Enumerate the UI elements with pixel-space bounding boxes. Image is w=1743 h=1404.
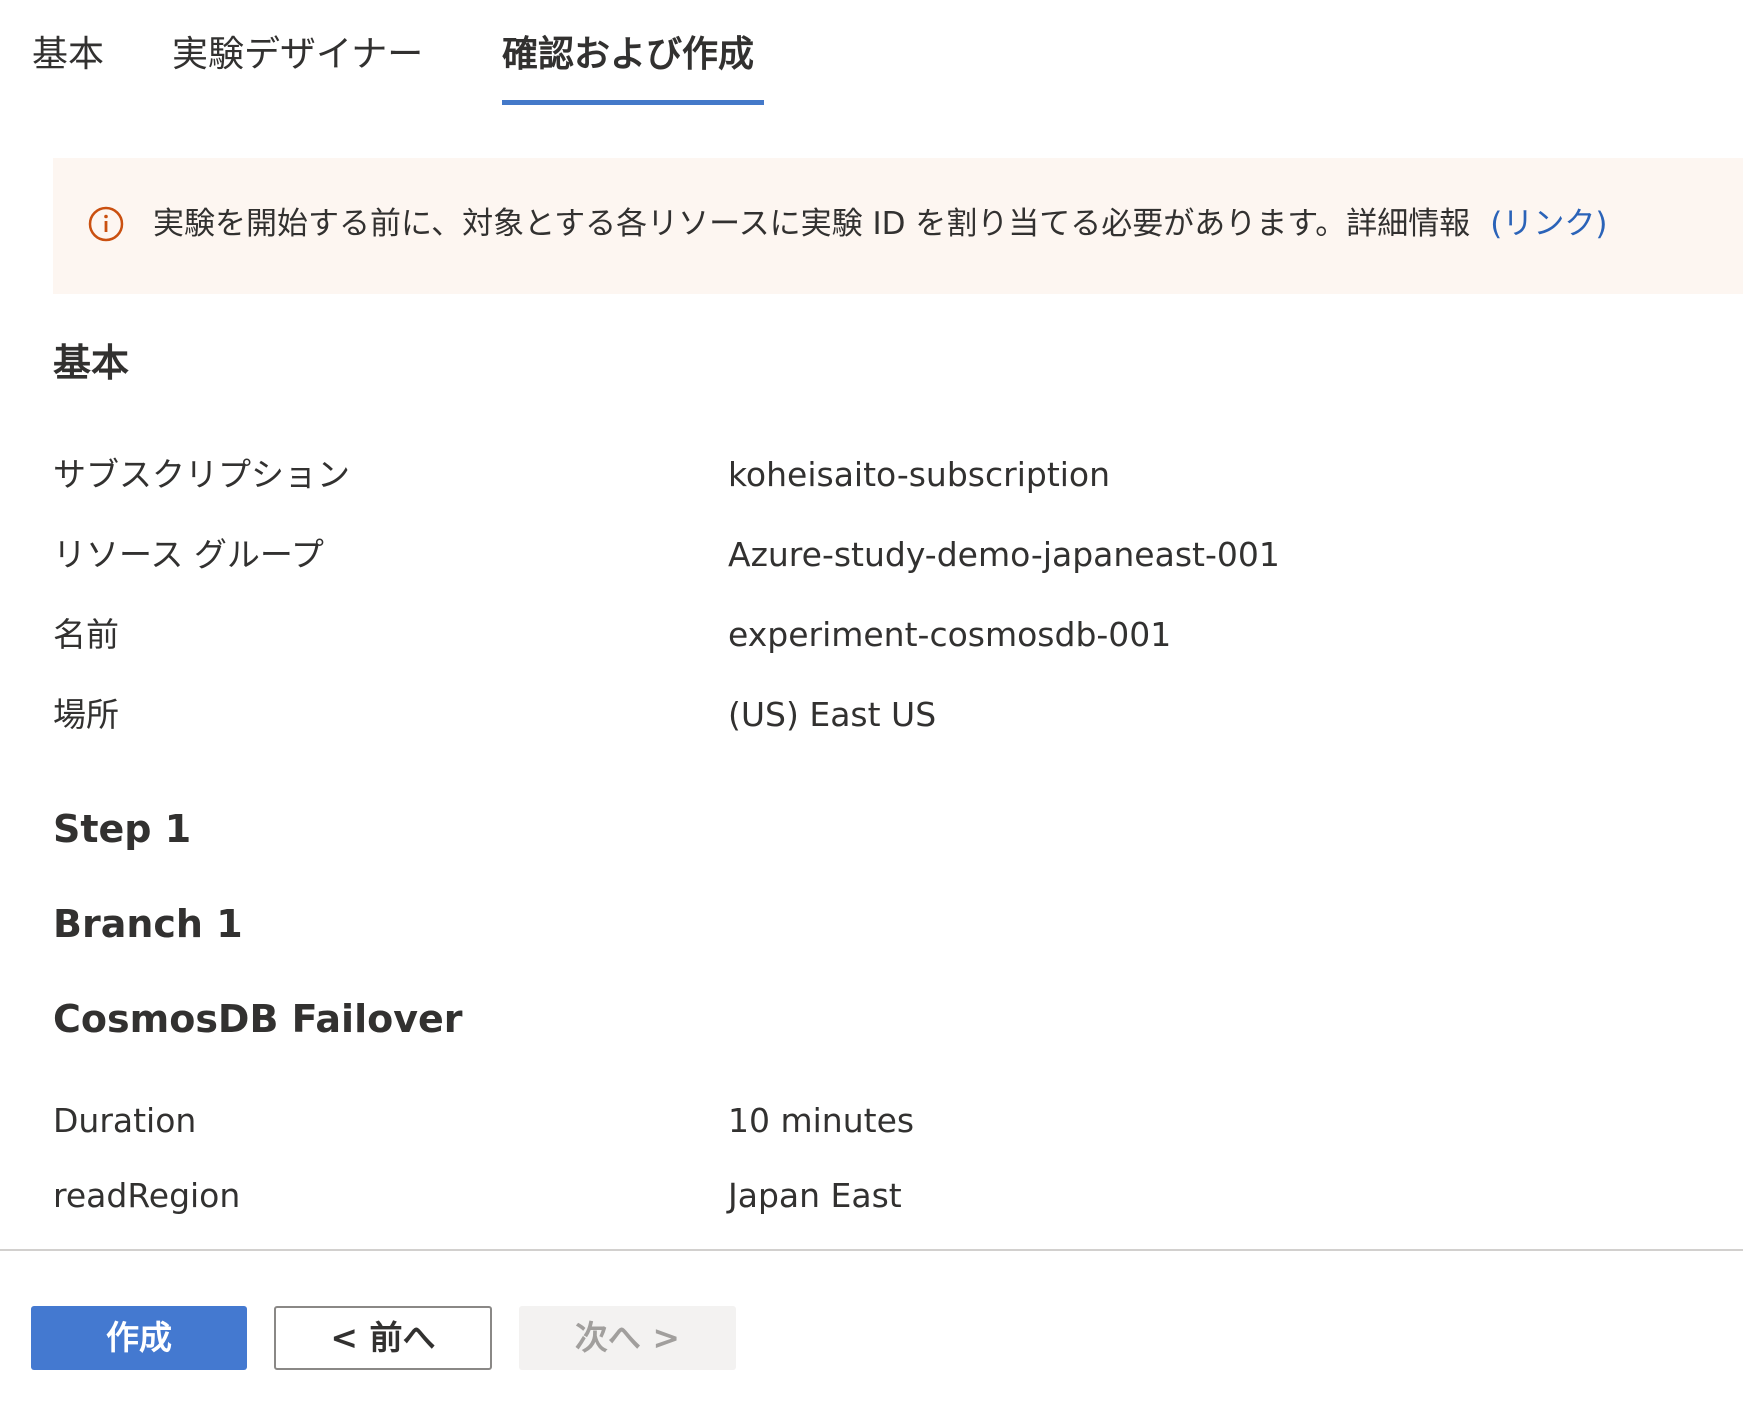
fault-heading: CosmosDB Failover [53,997,463,1041]
location-label: 場所 [53,695,119,734]
location-value: (US) East US [728,695,937,734]
wizard-tabs: 基本 実験デザイナー 確認および作成 [0,0,1743,110]
resource-group-label: リソース グループ [53,535,324,574]
tab-review-create[interactable]: 確認および作成 [502,30,754,80]
branch-heading: Branch 1 [53,902,243,946]
banner-text: 実験を開始する前に、対象とする各リソースに実験 ID を割り当てる必要があります… [153,206,1471,242]
name-label: 名前 [53,615,119,654]
active-tab-indicator [502,100,764,105]
next-button: 次へ > [519,1306,736,1370]
footer-divider [0,1249,1743,1251]
tab-basics[interactable]: 基本 [32,30,104,80]
duration-label: Duration [53,1101,197,1140]
tab-experiment-designer[interactable]: 実験デザイナー [172,30,423,80]
learn-more-link[interactable]: (リンク) [1490,206,1607,242]
step-heading: Step 1 [53,807,192,851]
section-heading-basics: 基本 [53,341,130,385]
subscription-value: koheisaito-subscription [728,455,1111,494]
create-button[interactable]: 作成 [31,1306,247,1370]
read-region-label: readRegion [53,1176,241,1215]
duration-value: 10 minutes [728,1101,915,1140]
name-value: experiment-cosmosdb-001 [728,615,1172,654]
banner-message: 実験を開始する前に、対象とする各リソースに実験 ID を割り当てる必要があります… [153,202,1607,246]
subscription-label: サブスクリプション [53,455,350,494]
resource-group-value: Azure-study-demo-japaneast-001 [728,535,1280,574]
previous-button[interactable]: < 前へ [274,1306,492,1370]
info-circle-icon [88,206,124,242]
read-region-value: Japan East [728,1176,902,1215]
info-banner: 実験を開始する前に、対象とする各リソースに実験 ID を割り当てる必要があります… [53,158,1743,294]
